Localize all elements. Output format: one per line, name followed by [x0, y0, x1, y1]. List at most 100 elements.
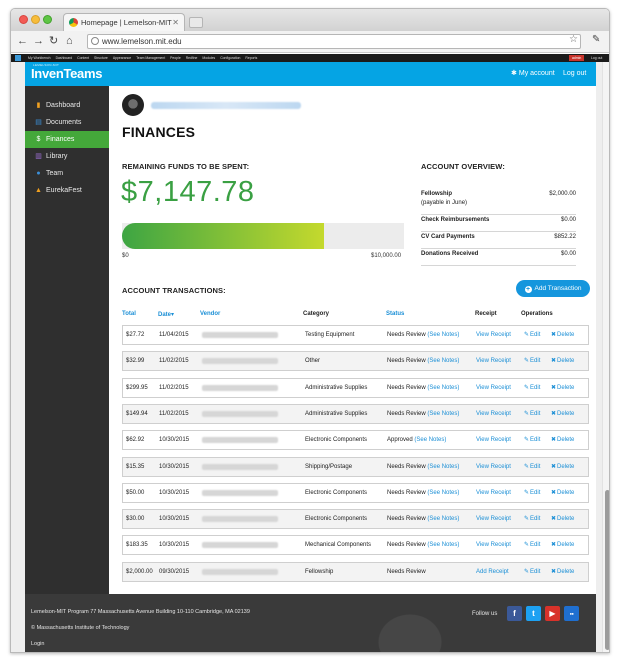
cell-total: $2,000.00 — [126, 568, 153, 575]
back-arrow-icon[interactable]: ← — [17, 35, 28, 47]
see-notes-link[interactable]: (See Notes) — [427, 516, 459, 522]
twitter-icon[interactable]: t — [526, 606, 541, 621]
see-notes-link[interactable]: (See Notes) — [414, 437, 446, 443]
wrench-menu-icon[interactable]: ✎ — [592, 34, 600, 45]
view-receipt-link[interactable]: View Receipt — [476, 379, 511, 397]
sidebar-item-team[interactable]: ● Team — [25, 165, 109, 182]
reload-icon[interactable]: ↻ — [49, 35, 58, 47]
admin-menu-item[interactable]: My Workbench — [28, 56, 51, 60]
see-notes-link[interactable]: (See Notes) — [427, 358, 459, 364]
admin-menu-item[interactable]: Team Management — [136, 56, 165, 60]
school-avatar — [122, 94, 144, 116]
add-receipt-link[interactable]: Add Receipt — [476, 563, 509, 581]
see-notes-link[interactable]: (See Notes) — [427, 542, 459, 548]
minimize-window-icon[interactable] — [31, 15, 40, 24]
admin-menu-item[interactable]: Redfine — [186, 56, 198, 60]
sidebar-item-finances[interactable]: $ Finances — [25, 131, 115, 148]
column-header-total[interactable]: Total — [122, 311, 136, 317]
forward-arrow-icon[interactable]: → — [33, 35, 44, 47]
view-receipt-link[interactable]: View Receipt — [476, 510, 511, 528]
column-header-date[interactable]: Date▾ — [158, 311, 174, 318]
home-icon[interactable]: ⌂ — [66, 35, 73, 47]
delete-link[interactable]: ✖Delete — [551, 326, 574, 344]
edit-link[interactable]: ✎Edit — [524, 458, 540, 476]
sidebar-item-dashboard[interactable]: ▮ Dashboard — [25, 97, 109, 114]
delete-link[interactable]: ✖Delete — [551, 352, 574, 370]
browser-tab[interactable]: Homepage | Lemelson-MIT ✕ — [63, 13, 185, 31]
edit-link[interactable]: ✎Edit — [524, 326, 540, 344]
my-account-link[interactable]: ✱ My account — [511, 62, 555, 86]
edit-link[interactable]: ✎Edit — [524, 405, 540, 423]
new-tab-button[interactable] — [189, 17, 203, 28]
admin-menu-item[interactable]: People — [170, 56, 181, 60]
delete-label: Delete — [557, 358, 575, 365]
cell-category: Other — [305, 358, 321, 365]
status-text: Needs Review — [387, 358, 426, 365]
admin-menu-item[interactable]: Dashboard — [56, 56, 73, 60]
admin-menu-item[interactable]: Structure — [94, 56, 108, 60]
admin-home-icon[interactable] — [15, 55, 21, 61]
column-header-status[interactable]: Status — [386, 311, 404, 317]
view-receipt-link[interactable]: View Receipt — [476, 352, 511, 370]
see-notes-link[interactable]: (See Notes) — [427, 464, 459, 470]
see-notes-link[interactable]: (See Notes) — [427, 411, 459, 417]
flickr-icon[interactable]: ●● — [564, 606, 579, 621]
zoom-window-icon[interactable] — [43, 15, 52, 24]
admin-menu-item[interactable]: Reports — [245, 56, 257, 60]
scrollbar-thumb[interactable] — [605, 490, 609, 650]
facebook-icon[interactable]: f — [507, 606, 522, 621]
delete-link[interactable]: ✖Delete — [551, 563, 574, 581]
delete-link[interactable]: ✖Delete — [551, 405, 574, 423]
view-receipt-link[interactable]: View Receipt — [476, 536, 511, 554]
delete-link[interactable]: ✖Delete — [551, 536, 574, 554]
status-text: Needs Review — [387, 542, 426, 549]
delete-link[interactable]: ✖Delete — [551, 431, 574, 449]
edit-link[interactable]: ✎Edit — [524, 431, 540, 449]
cell-status: Needs Review (See Notes) — [387, 379, 459, 397]
delete-link[interactable]: ✖Delete — [551, 458, 574, 476]
plus-icon: + — [524, 286, 532, 293]
sidebar-item-eurekafest[interactable]: ▲ EurekaFest — [25, 182, 109, 199]
cell-status: Needs Review (See Notes) — [387, 405, 459, 423]
view-receipt-link[interactable]: View Receipt — [476, 484, 511, 502]
cell-total: $299.95 — [126, 384, 148, 391]
see-notes-link[interactable]: (See Notes) — [427, 490, 459, 496]
youtube-icon[interactable]: ▶ — [545, 606, 560, 621]
see-notes-link[interactable]: (See Notes) — [427, 332, 459, 338]
view-receipt-link[interactable]: View Receipt — [476, 405, 511, 423]
view-receipt-link[interactable]: View Receipt — [476, 431, 511, 449]
site-logo[interactable]: InvenTeams — [31, 64, 102, 84]
admin-menu-item[interactable]: Content — [77, 56, 89, 60]
column-header-vendor[interactable]: Vendor — [200, 311, 220, 317]
delete-link[interactable]: ✖Delete — [551, 379, 574, 397]
delete-link[interactable]: ✖Delete — [551, 510, 574, 528]
edit-link[interactable]: ✎Edit — [524, 352, 540, 370]
admin-user-badge[interactable]: admin — [569, 55, 585, 61]
see-notes-link[interactable]: (See Notes) — [427, 385, 459, 391]
browser-window: Homepage | Lemelson-MIT ✕ ← → ↻ ⌂ www.le… — [10, 8, 610, 653]
close-window-icon[interactable] — [19, 15, 28, 24]
admin-logout-link[interactable]: Log out — [591, 54, 602, 62]
admin-menu-item[interactable]: Modules — [202, 56, 215, 60]
sidebar-item-library[interactable]: ▥ Library — [25, 148, 109, 165]
address-bar[interactable]: www.lemelson.mit.edu — [87, 34, 581, 49]
cell-status: Needs Review (See Notes) — [387, 536, 459, 554]
sidebar-item-documents[interactable]: ▤ Documents — [25, 114, 109, 131]
view-receipt-link[interactable]: View Receipt — [476, 458, 511, 476]
delete-link[interactable]: ✖Delete — [551, 484, 574, 502]
add-transaction-button[interactable]: + Add Transaction — [516, 280, 590, 297]
edit-link[interactable]: ✎Edit — [524, 484, 540, 502]
edit-link[interactable]: ✎Edit — [524, 563, 540, 581]
edit-link[interactable]: ✎Edit — [524, 536, 540, 554]
edit-link[interactable]: ✎Edit — [524, 379, 540, 397]
edit-link[interactable]: ✎Edit — [524, 510, 540, 528]
admin-menu-item[interactable]: Appearance — [113, 56, 131, 60]
view-receipt-link[interactable]: View Receipt — [476, 326, 511, 344]
footer-login-link[interactable]: Login — [31, 641, 44, 647]
page-scrollbar[interactable] — [602, 62, 609, 652]
tab-close-icon[interactable]: ✕ — [172, 14, 179, 31]
logout-link[interactable]: Log out — [563, 62, 586, 86]
edit-label: Edit — [530, 410, 541, 417]
admin-menu-item[interactable]: Configuration — [220, 56, 240, 60]
bookmark-star-icon[interactable]: ☆ — [569, 34, 578, 45]
